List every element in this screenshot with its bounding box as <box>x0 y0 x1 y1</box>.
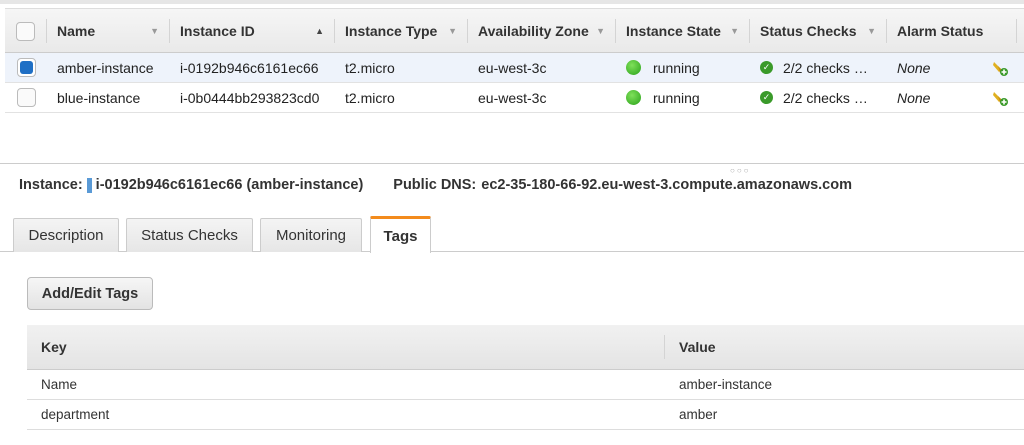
tab-status-checks[interactable]: Status Checks <box>126 218 253 252</box>
column-label: Availability Zone <box>478 23 589 39</box>
instance-label: Instance: <box>19 177 83 193</box>
column-header-value: Value <box>679 339 716 355</box>
row-select-cell <box>5 58 47 77</box>
resize-handle-icon[interactable]: ○○○ <box>730 166 751 175</box>
table-row[interactable]: amber-instance i-0192b946c6161ec66 t2.mi… <box>5 53 1024 83</box>
state-label: running <box>653 89 700 106</box>
instance-name: amber-instance <box>57 59 154 76</box>
column-header-availability-zone[interactable]: Availability Zone ▼ <box>468 19 616 43</box>
running-status-icon <box>626 90 641 105</box>
instance-name: blue-instance <box>57 89 141 106</box>
check-ok-icon: ✓ <box>760 91 773 104</box>
row-checkbox[interactable] <box>16 58 36 77</box>
sort-down-icon: ▼ <box>730 26 739 36</box>
status-checks: ✓ 2/2 checks … <box>750 90 887 106</box>
checks-label: 2/2 checks … <box>783 59 868 76</box>
instance-id: i-0b0444bb293823cd0 <box>180 89 320 106</box>
tags-table: Key Value Name amber-instance department… <box>27 325 1024 430</box>
detail-tabs: Description Status Checks Monitoring Tag… <box>0 216 1024 253</box>
top-border <box>0 0 1024 4</box>
instance-value: i-0192b946c6161ec66 (amber-instance) <box>95 177 364 193</box>
column-label: Instance Type <box>345 23 438 39</box>
sort-down-icon: ▼ <box>867 26 876 36</box>
select-all-checkbox[interactable] <box>16 21 35 41</box>
add-edit-tags-button[interactable]: Add/Edit Tags <box>27 277 153 310</box>
column-header-alarm-status[interactable]: Alarm Status <box>887 19 1017 43</box>
running-status-icon <box>626 60 641 75</box>
column-label: Instance ID <box>180 23 255 39</box>
instance-state: running <box>616 60 750 76</box>
column-header-instance-state[interactable]: Instance State ▼ <box>616 19 750 43</box>
status-checks: ✓ 2/2 checks … <box>750 60 887 76</box>
tag-row: Name amber-instance <box>27 370 1024 400</box>
table-header: Name ▼ Instance ID ▲ Instance Type ▼ Availa… <box>5 9 1024 53</box>
pane-divider[interactable] <box>0 163 1024 164</box>
tab-monitoring[interactable]: Monitoring <box>260 218 362 252</box>
instance-summary: Instance: i-0192b946c6161ec66 (amber-ins… <box>19 177 852 193</box>
instance-type: t2.micro <box>345 59 395 76</box>
column-label: Name <box>57 23 96 39</box>
tag-key: department <box>41 407 110 422</box>
row-checkbox[interactable] <box>16 88 36 107</box>
column-label: Status Checks <box>760 23 857 39</box>
column-label: Instance State <box>626 23 721 39</box>
sort-up-icon: ▲ <box>315 26 324 36</box>
select-all-cell <box>5 19 47 43</box>
row-select-cell <box>5 88 47 107</box>
dns-label: Public DNS: <box>393 177 477 193</box>
table-row[interactable]: blue-instance i-0b0444bb293823cd0 t2.mic… <box>5 83 1024 113</box>
add-alarm-icon[interactable] <box>992 90 1008 106</box>
checks-label: 2/2 checks … <box>783 89 868 106</box>
check-ok-icon: ✓ <box>760 61 773 74</box>
column-header-status-checks[interactable]: Status Checks ▼ <box>750 19 887 43</box>
column-header-key: Key <box>27 335 665 359</box>
add-alarm-icon[interactable] <box>992 60 1008 76</box>
tag-key: Name <box>41 377 78 392</box>
instances-table: Name ▼ Instance ID ▲ Instance Type ▼ Availa… <box>5 8 1024 113</box>
instance-state: running <box>616 90 750 106</box>
column-label: Alarm Status <box>897 23 984 39</box>
sort-down-icon: ▼ <box>150 26 159 36</box>
state-label: running <box>653 59 700 76</box>
column-header-instance-type[interactable]: Instance Type ▼ <box>335 19 468 43</box>
instance-color-marker <box>86 177 92 193</box>
tags-header: Key Value <box>27 325 1024 370</box>
availability-zone: eu-west-3c <box>478 89 547 106</box>
instance-id: i-0192b946c6161ec66 <box>180 59 319 76</box>
tag-row: department amber <box>27 400 1024 430</box>
dns-value: ec2-35-180-66-92.eu-west-3.compute.amazo… <box>481 177 852 193</box>
tab-description[interactable]: Description <box>13 218 119 252</box>
instance-type: t2.micro <box>345 89 395 106</box>
sort-down-icon: ▼ <box>596 26 605 36</box>
sort-down-icon: ▼ <box>448 26 457 36</box>
availability-zone: eu-west-3c <box>478 59 547 76</box>
tag-value: amber-instance <box>679 377 773 392</box>
column-header-name[interactable]: Name ▼ <box>47 19 170 43</box>
tab-tags[interactable]: Tags <box>370 216 431 253</box>
column-header-instance-id[interactable]: Instance ID ▲ <box>170 19 335 43</box>
tag-value: amber <box>679 407 718 422</box>
